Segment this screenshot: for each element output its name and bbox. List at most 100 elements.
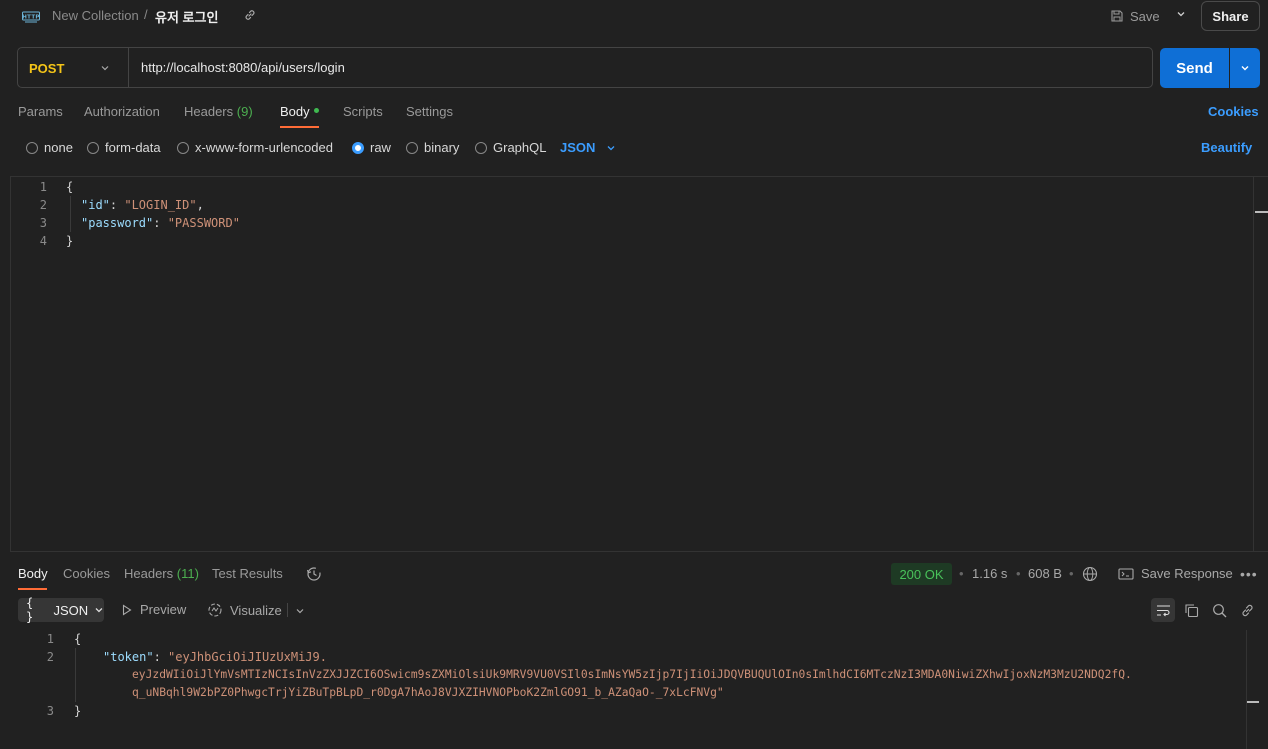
code-line-password: "password": "PASSWORD" xyxy=(81,216,240,230)
link-icon[interactable] xyxy=(243,8,257,22)
body-format-select[interactable]: JSON xyxy=(560,140,595,155)
svg-text:HTTP: HTTP xyxy=(22,15,39,21)
response-format-select[interactable]: { } JSON xyxy=(18,596,104,624)
body-indicator-dot xyxy=(313,108,319,114)
tab-params[interactable]: Params xyxy=(18,104,63,119)
response-tab-body[interactable]: Body xyxy=(18,566,48,581)
radio-label: x-www-form-urlencoded xyxy=(195,140,333,155)
radio-label: none xyxy=(44,140,73,155)
tab-headers-count: (9) xyxy=(236,104,253,119)
http-request-icon: HTTP xyxy=(22,8,40,26)
active-tab-underline xyxy=(280,126,319,128)
code-brace-open: { xyxy=(66,180,74,194)
radio-form-data[interactable]: form-data xyxy=(87,140,161,155)
line-number: 2 xyxy=(46,650,54,664)
copy-icon[interactable] xyxy=(1184,603,1199,618)
response-format-label: JSON xyxy=(53,602,89,618)
request-body-editor[interactable] xyxy=(10,176,1268,552)
url-input[interactable]: http://localhost:8080/api/users/login xyxy=(141,60,345,75)
line-number: 3 xyxy=(46,704,54,718)
line-number: 1 xyxy=(46,632,54,646)
radio-circle-selected xyxy=(352,141,364,154)
code-line-id: "id": "LOGIN_ID", xyxy=(81,198,204,212)
indent-guide xyxy=(70,196,71,232)
visualize-icon xyxy=(208,603,222,617)
braces-icon: { } xyxy=(26,596,34,624)
response-tab-headers[interactable]: Headers (11) xyxy=(124,566,199,581)
meta-separator: • xyxy=(959,566,964,581)
cookies-link[interactable]: Cookies xyxy=(1208,104,1259,119)
radio-none[interactable]: none xyxy=(26,140,73,155)
preview-label: Preview xyxy=(140,602,187,617)
tab-settings[interactable]: Settings xyxy=(406,104,453,119)
url-divider xyxy=(128,48,129,87)
request-name[interactable]: 유저 로그인 xyxy=(155,7,218,26)
history-icon[interactable] xyxy=(306,566,322,582)
save-response-button[interactable]: Save Response xyxy=(1118,566,1233,581)
json-string: "PASSWORD" xyxy=(167,216,240,230)
send-button[interactable]: Send xyxy=(1160,48,1229,88)
tab-authorization[interactable]: Authorization xyxy=(84,104,160,119)
line-number: 4 xyxy=(39,234,47,248)
radio-raw[interactable]: raw xyxy=(352,140,391,155)
response-scrollbar[interactable] xyxy=(1246,630,1247,749)
line-number: 3 xyxy=(39,216,47,230)
search-icon[interactable] xyxy=(1212,603,1227,618)
chevron-down-icon[interactable] xyxy=(605,142,617,154)
save-response-label: Save Response xyxy=(1141,566,1233,581)
code-line-token: "token": "eyJhbGciOiJIUzUxMiJ9. xyxy=(103,650,327,664)
radio-circle xyxy=(406,141,418,154)
chevron-down-icon xyxy=(1241,66,1249,71)
tab-headers[interactable]: Headers (9) xyxy=(184,104,253,119)
json-key: "password" xyxy=(81,216,154,230)
link-icon[interactable] xyxy=(1240,603,1255,618)
tab-body-label: Body xyxy=(280,104,310,119)
chevron-down-icon[interactable] xyxy=(99,62,111,74)
radio-binary[interactable]: binary xyxy=(406,140,459,155)
code-brace-close: } xyxy=(74,704,82,718)
radio-label: raw xyxy=(370,140,391,155)
visualize-label: Visualize xyxy=(230,602,282,618)
save-button[interactable]: Save xyxy=(1110,4,1160,28)
preview-button[interactable]: Preview xyxy=(122,602,186,617)
wrap-lines-button[interactable] xyxy=(1151,598,1175,622)
scrollbar-marker xyxy=(1255,211,1268,213)
save-label: Save xyxy=(1130,8,1160,24)
json-key: "token" xyxy=(103,650,154,664)
active-response-tab-underline xyxy=(18,588,47,590)
response-time[interactable]: 1.16 s xyxy=(972,566,1007,581)
radio-label: form-data xyxy=(105,140,161,155)
chevron-down-icon[interactable] xyxy=(294,605,306,617)
visualize-button[interactable]: Visualize xyxy=(207,602,282,618)
radio-graphql[interactable]: GraphQL xyxy=(475,140,546,155)
response-tab-test-results[interactable]: Test Results xyxy=(212,566,283,581)
radio-circle xyxy=(26,141,38,154)
chevron-down-icon[interactable] xyxy=(1174,7,1188,21)
send-options-button[interactable] xyxy=(1230,48,1260,88)
globe-icon[interactable] xyxy=(1082,566,1098,582)
share-button[interactable]: Share xyxy=(1201,1,1260,31)
token-continuation-2: q_uNBqhl9W2bPZ0PhwgcTrjYiZBuTpBLpD_r0DgA… xyxy=(132,686,724,699)
radio-urlencoded[interactable]: x-www-form-urlencoded xyxy=(177,140,333,155)
code-brace-close: } xyxy=(66,234,74,248)
wrap-icon xyxy=(1156,604,1170,616)
editor-scrollbar[interactable] xyxy=(1253,176,1254,552)
line-number: 1 xyxy=(39,180,47,194)
more-options-icon[interactable]: ••• xyxy=(1240,566,1258,582)
method-select[interactable]: POST xyxy=(29,61,64,76)
tab-body[interactable]: Body xyxy=(280,104,319,119)
beautify-button[interactable]: Beautify xyxy=(1201,140,1252,155)
breadcrumb-separator: / xyxy=(144,7,148,22)
breadcrumb-collection[interactable]: New Collection xyxy=(52,8,139,23)
status-badge[interactable]: 200 OK xyxy=(891,563,952,585)
json-string: "LOGIN_ID" xyxy=(124,198,197,212)
chevron-down-icon xyxy=(95,608,103,613)
meta-separator: • xyxy=(1016,566,1021,581)
response-size[interactable]: 608 B xyxy=(1028,566,1062,581)
radio-circle xyxy=(475,141,487,154)
save-response-icon xyxy=(1118,567,1134,580)
tab-scripts[interactable]: Scripts xyxy=(343,104,383,119)
code-brace-open: { xyxy=(74,632,82,646)
response-tab-cookies[interactable]: Cookies xyxy=(63,566,110,581)
scrollbar-marker xyxy=(1247,701,1259,703)
